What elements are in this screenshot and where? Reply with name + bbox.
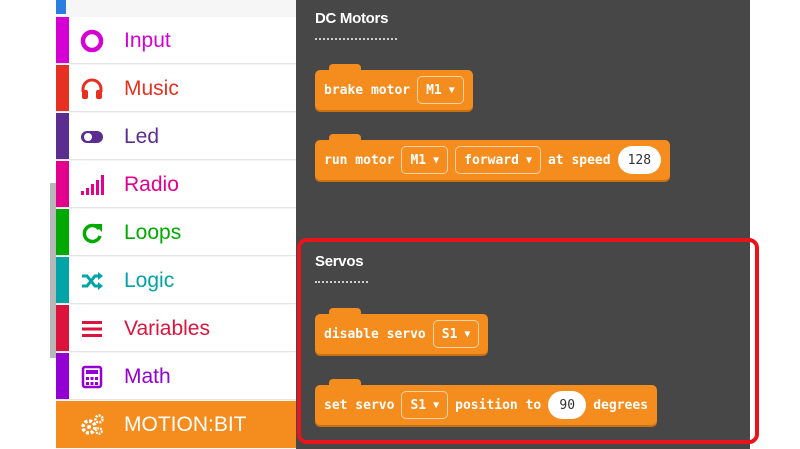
category-math[interactable]: Math — [56, 353, 296, 400]
circle-dot-icon — [80, 29, 104, 53]
headphones-icon — [81, 78, 103, 99]
category-stripe — [56, 113, 69, 159]
motor-dropdown[interactable]: M1 ▼ — [417, 76, 464, 104]
section-heading-dc-motors: DC Motors — [315, 10, 389, 27]
lines-icon — [82, 321, 102, 337]
category-input[interactable]: Input — [56, 17, 296, 64]
category-radio[interactable]: Radio — [56, 161, 296, 208]
servos-highlight-box — [297, 238, 759, 444]
category-stripe — [56, 353, 69, 399]
block-text: run motor — [324, 152, 395, 168]
dropdown-value: forward — [464, 152, 519, 168]
category-label: Variables — [124, 317, 210, 340]
category-label: Radio — [124, 173, 179, 196]
category-stripe — [56, 209, 69, 255]
heading-underline — [315, 38, 397, 40]
block-run-motor[interactable]: run motor M1 ▼ forward ▼ at speed 128 — [315, 134, 671, 180]
category-led[interactable]: Led — [56, 113, 296, 160]
category-label: Logic — [124, 269, 175, 292]
category-label: Loops — [124, 221, 182, 244]
block-text: brake motor — [324, 82, 411, 98]
category-label: Music — [124, 77, 179, 100]
category-label: Math — [124, 365, 171, 388]
block-text: at speed — [547, 152, 611, 168]
block-notch — [329, 64, 361, 72]
caret-down-icon: ▼ — [525, 154, 532, 166]
dropdown-value: M1 — [410, 152, 427, 168]
category-logic[interactable]: Logic — [56, 257, 296, 304]
dropdown-value: M1 — [426, 82, 442, 98]
direction-dropdown[interactable]: forward ▼ — [455, 146, 541, 174]
category-variables[interactable]: Variables — [56, 305, 296, 352]
caret-down-icon: ▼ — [433, 154, 440, 166]
signal-bars-icon — [81, 175, 104, 195]
toggle-icon — [81, 131, 103, 143]
category-label: MOTION:BIT — [124, 413, 247, 436]
category-loops[interactable]: Loops — [56, 209, 296, 256]
speed-input[interactable]: 128 — [617, 146, 662, 174]
calculator-icon — [81, 365, 103, 389]
refresh-icon — [82, 223, 102, 244]
category-stripe-top — [56, 0, 66, 14]
block-notch — [329, 134, 361, 142]
shuffle-icon — [82, 272, 103, 290]
category-motionbit[interactable]: MOTION:BIT — [56, 401, 296, 448]
category-stripe — [56, 65, 69, 111]
caret-down-icon: ▼ — [448, 84, 455, 96]
block-brake-motor[interactable]: brake motor M1 ▼ — [315, 64, 473, 110]
category-stripe — [56, 17, 69, 63]
motor-dropdown[interactable]: M1 ▼ — [401, 146, 449, 174]
category-stripe — [56, 161, 69, 207]
category-label: Input — [124, 29, 171, 52]
category-stripe — [56, 257, 69, 303]
category-label: Led — [124, 125, 160, 148]
gears-icon — [81, 414, 104, 435]
category-stripe — [56, 305, 69, 351]
category-music[interactable]: Music — [56, 65, 296, 112]
